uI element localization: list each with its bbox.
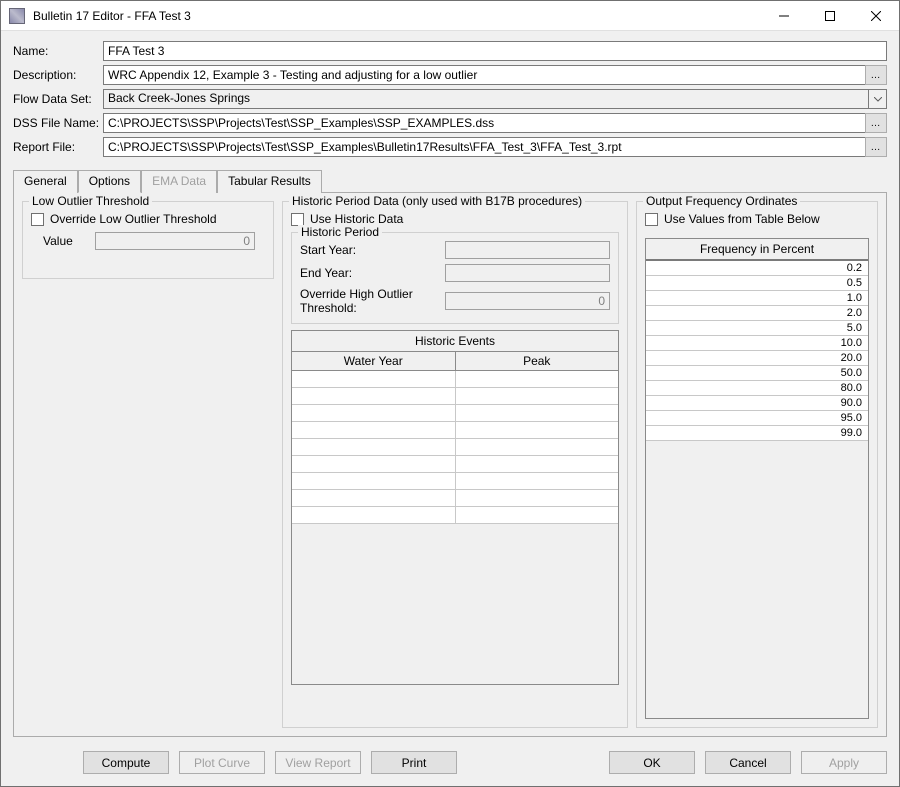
low-outlier-value-input [95,232,255,250]
frequency-table: Frequency in Percent 0.2 0.5 1.0 2.0 5.0… [645,238,869,719]
col-water-year: Water Year [292,352,456,370]
freq-row[interactable]: 99.0 [646,426,868,441]
use-values-label: Use Values from Table Below [664,212,820,226]
name-input[interactable] [103,41,887,61]
flowdata-value: Back Creek-Jones Springs [103,89,869,109]
freq-row[interactable]: 0.5 [646,276,868,291]
table-filler [646,441,868,718]
historic-period-title: Historic Period [298,225,382,239]
header-form: Name: Description: … Flow Data Set: Back… [1,31,899,167]
freq-row[interactable]: 90.0 [646,396,868,411]
historic-events-table: Historic Events Water Year Peak [291,330,619,685]
window: Bulletin 17 Editor - FFA Test 3 Name: De… [0,0,900,787]
plot-curve-button: Plot Curve [179,751,265,774]
historic-group-title: Historic Period Data (only used with B17… [289,194,585,208]
freq-row[interactable]: 0.2 [646,261,868,276]
freq-row[interactable]: 5.0 [646,321,868,336]
view-report-button: View Report [275,751,361,774]
freq-row[interactable]: 95.0 [646,411,868,426]
end-year-input [445,264,610,282]
flowdata-label: Flow Data Set: [13,92,103,106]
output-freq-group: Output Frequency Ordinates Use Values fr… [636,201,878,728]
freq-row[interactable]: 50.0 [646,366,868,381]
tab-tabular-results[interactable]: Tabular Results [217,170,322,193]
compute-button[interactable]: Compute [83,751,169,774]
window-title: Bulletin 17 Editor - FFA Test 3 [31,9,761,23]
historic-events-body [292,371,618,524]
table-filler [292,524,618,684]
col-peak: Peak [456,352,619,370]
historic-group: Historic Period Data (only used with B17… [282,201,628,728]
freq-row[interactable]: 80.0 [646,381,868,396]
end-year-label: End Year: [300,266,445,280]
reportfile-browse-button[interactable]: … [865,137,887,157]
flowdata-combo[interactable]: Back Creek-Jones Springs [103,89,887,109]
chevron-down-icon [874,97,882,102]
use-historic-label: Use Historic Data [310,212,403,226]
freq-row[interactable]: 2.0 [646,306,868,321]
dssfile-label: DSS File Name: [13,116,103,130]
name-label: Name: [13,44,103,58]
tab-options[interactable]: Options [78,170,141,193]
historic-events-title: Historic Events [292,331,618,352]
button-bar: Compute Plot Curve View Report Print OK … [1,745,899,786]
freq-row[interactable]: 10.0 [646,336,868,351]
dssfile-input[interactable] [103,113,865,133]
description-label: Description: [13,68,103,82]
maximize-icon [825,11,835,21]
reportfile-input[interactable] [103,137,865,157]
flowdata-dropdown-button[interactable] [869,89,887,109]
tab-panel-options: Low Outlier Threshold Override Low Outli… [13,192,887,737]
window-controls [761,1,899,31]
use-historic-checkbox[interactable] [291,213,304,226]
ok-button[interactable]: OK [609,751,695,774]
override-low-outlier-checkbox[interactable] [31,213,44,226]
tab-general[interactable]: General [13,170,78,193]
print-button[interactable]: Print [371,751,457,774]
start-year-label: Start Year: [300,243,445,257]
override-high-input [445,292,610,310]
close-button[interactable] [853,1,899,31]
minimize-button[interactable] [761,1,807,31]
cancel-button[interactable]: Cancel [705,751,791,774]
app-icon [9,8,25,24]
tab-strip: General Options EMA Data Tabular Results [1,167,899,192]
reportfile-label: Report File: [13,140,103,154]
frequency-header: Frequency in Percent [646,239,868,261]
table-row[interactable] [292,422,618,439]
freq-row[interactable]: 20.0 [646,351,868,366]
table-row[interactable] [292,371,618,388]
minimize-icon [779,11,789,21]
start-year-input [445,241,610,259]
use-values-checkbox[interactable] [645,213,658,226]
table-row[interactable] [292,439,618,456]
apply-button: Apply [801,751,887,774]
maximize-button[interactable] [807,1,853,31]
low-outlier-group-title: Low Outlier Threshold [29,194,152,208]
override-high-label: Override High Outlier Threshold: [300,287,445,315]
table-row[interactable] [292,456,618,473]
table-row[interactable] [292,490,618,507]
tab-ema-data: EMA Data [141,170,217,193]
low-outlier-group: Low Outlier Threshold Override Low Outli… [22,201,274,279]
output-freq-title: Output Frequency Ordinates [643,194,800,208]
description-input[interactable] [103,65,865,85]
freq-row[interactable]: 1.0 [646,291,868,306]
titlebar: Bulletin 17 Editor - FFA Test 3 [1,1,899,31]
override-low-outlier-label: Override Low Outlier Threshold [50,212,217,226]
low-outlier-value-label: Value [43,234,95,248]
table-row[interactable] [292,388,618,405]
historic-period-group: Historic Period Start Year: End Year: Ov… [291,232,619,324]
table-row[interactable] [292,507,618,524]
close-icon [871,11,881,21]
dssfile-browse-button[interactable]: … [865,113,887,133]
description-browse-button[interactable]: … [865,65,887,85]
table-row[interactable] [292,473,618,490]
table-row[interactable] [292,405,618,422]
